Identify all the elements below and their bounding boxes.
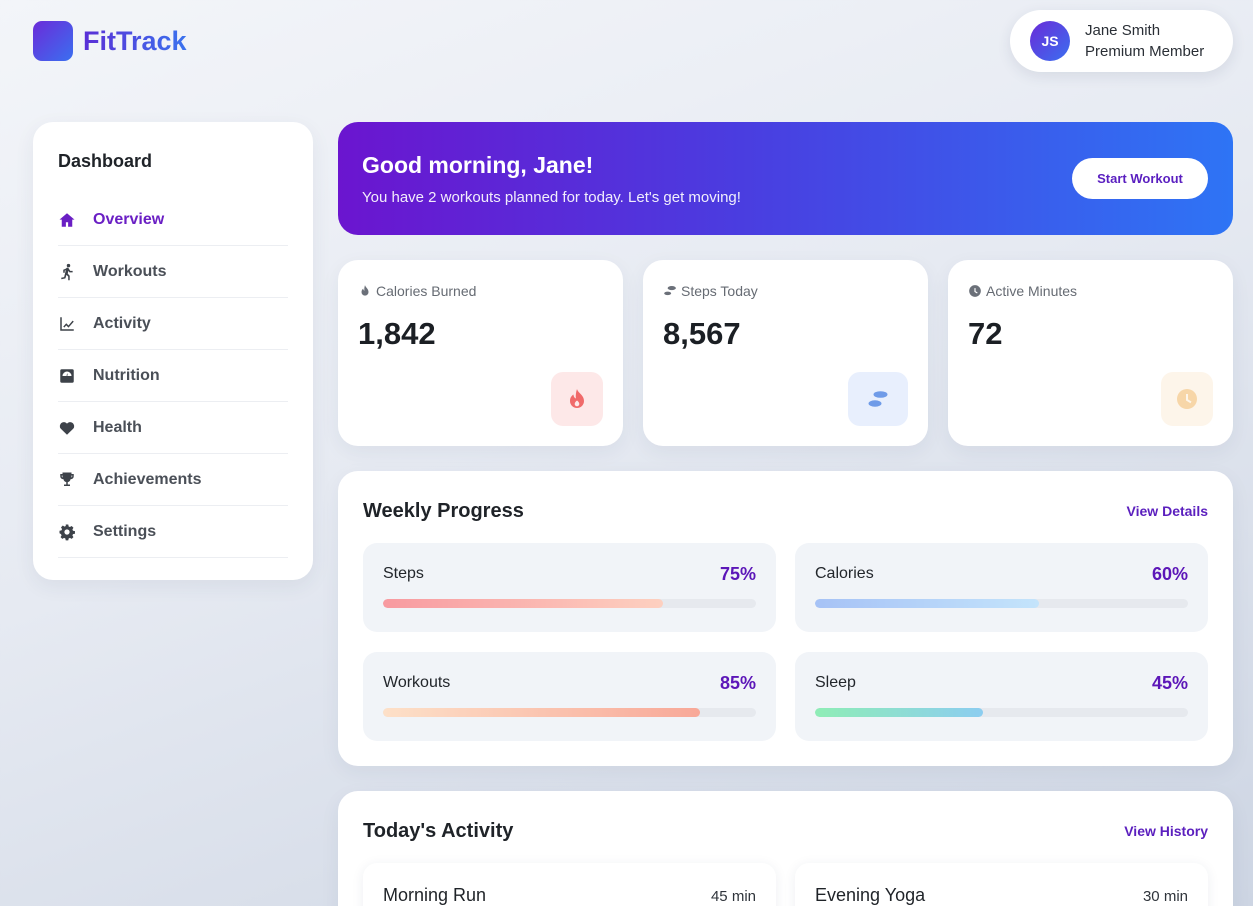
avatar[interactable]: JS [1030, 21, 1070, 61]
progress-percent: 45% [1151, 672, 1188, 693]
view-history-link[interactable]: View History [1124, 823, 1208, 839]
scale-icon [58, 367, 76, 385]
logo[interactable]: FitTrack [33, 21, 187, 61]
activity-duration: 30 min [1142, 888, 1188, 905]
clock-icon [969, 285, 981, 297]
sidebar-item-label: Settings [93, 522, 157, 540]
sidebar-item-label: Overview [93, 210, 165, 228]
progress-card-steps: Steps 75% [363, 543, 776, 632]
running-icon [58, 263, 76, 281]
progress-percent: 75% [719, 563, 756, 584]
fire-icon [551, 372, 603, 426]
stat-card-active-minutes: Active Minutes 72 [948, 260, 1233, 446]
sidebar-item-nutrition[interactable]: Nutrition [58, 350, 288, 402]
weekly-progress-panel: Weekly Progress View Details Steps 75% C… [338, 471, 1233, 766]
sidebar-item-overview[interactable]: Overview [58, 194, 288, 246]
fire-icon [361, 285, 369, 296]
progress-card-workouts: Workouts 85% [363, 652, 776, 741]
progress-fill [815, 708, 983, 717]
sidebar-item-activity[interactable]: Activity [58, 298, 288, 350]
footprints-icon [848, 372, 908, 426]
sidebar-item-settings[interactable]: Settings [58, 506, 288, 558]
progress-track [815, 599, 1188, 608]
progress-card-sleep: Sleep 45% [795, 652, 1208, 741]
gear-icon [58, 523, 76, 541]
progress-fill [383, 599, 663, 608]
logo-mark [33, 21, 73, 61]
activity-name: Evening Yoga [815, 885, 926, 905]
sidebar-item-label: Workouts [93, 262, 167, 280]
progress-name: Sleep [815, 674, 856, 691]
brand-name: FitTrack [83, 25, 187, 56]
sidebar-item-workouts[interactable]: Workouts [58, 246, 288, 298]
progress-name: Steps [383, 565, 424, 582]
chart-line-icon [58, 315, 76, 333]
stat-card-steps: Steps Today 8,567 [643, 260, 928, 446]
stat-value: 72 [968, 316, 1003, 351]
progress-name: Workouts [383, 674, 451, 691]
sidebar-item-achievements[interactable]: Achievements [58, 454, 288, 506]
panel-title: Today's Activity [363, 819, 514, 842]
progress-track [383, 708, 756, 717]
progress-percent: 85% [719, 672, 756, 693]
progress-fill [815, 599, 1039, 608]
activity-duration: 45 min [710, 888, 756, 905]
activity-name: Morning Run [383, 885, 487, 905]
sidebar-item-label: Nutrition [93, 366, 160, 384]
user-name: Jane Smith [1085, 22, 1161, 39]
heart-icon [58, 419, 76, 437]
sidebar-title: Dashboard [58, 151, 153, 171]
panel-title: Weekly Progress [363, 499, 524, 522]
stat-value: 8,567 [663, 316, 741, 351]
activity-card[interactable]: Evening Yoga 30 min [795, 863, 1208, 906]
stat-card-calories: Calories Burned 1,842 [338, 260, 623, 446]
progress-fill [383, 708, 701, 717]
stat-label: Steps Today [681, 283, 758, 299]
user-profile-chip[interactable]: JS Jane Smith Premium Member [1010, 10, 1233, 72]
user-membership: Premium Member [1085, 43, 1205, 60]
stat-value: 1,842 [358, 316, 436, 351]
welcome-banner: Good morning, Jane! You have 2 workouts … [338, 122, 1233, 235]
progress-track [383, 599, 756, 608]
home-icon [58, 211, 76, 229]
stat-label: Calories Burned [376, 283, 477, 299]
sidebar: Dashboard Overview Workouts Activity Nut… [33, 122, 313, 580]
sidebar-item-label: Achievements [93, 470, 202, 488]
view-details-link[interactable]: View Details [1127, 503, 1208, 519]
todays-activity-panel: Today's Activity View History Morning Ru… [338, 791, 1233, 906]
progress-percent: 60% [1151, 563, 1188, 584]
footprints-icon [664, 286, 676, 296]
activity-card[interactable]: Morning Run 45 min [363, 863, 776, 906]
start-workout-button[interactable]: Start Workout [1072, 158, 1208, 199]
clock-icon [1161, 372, 1213, 426]
trophy-icon [58, 471, 76, 489]
stat-label: Active Minutes [986, 283, 1078, 299]
sidebar-item-label: Activity [93, 314, 151, 332]
progress-name: Calories [815, 565, 874, 582]
sidebar-item-health[interactable]: Health [58, 402, 288, 454]
progress-track [815, 708, 1188, 717]
sidebar-item-label: Health [93, 418, 142, 436]
progress-card-calories: Calories 60% [795, 543, 1208, 632]
